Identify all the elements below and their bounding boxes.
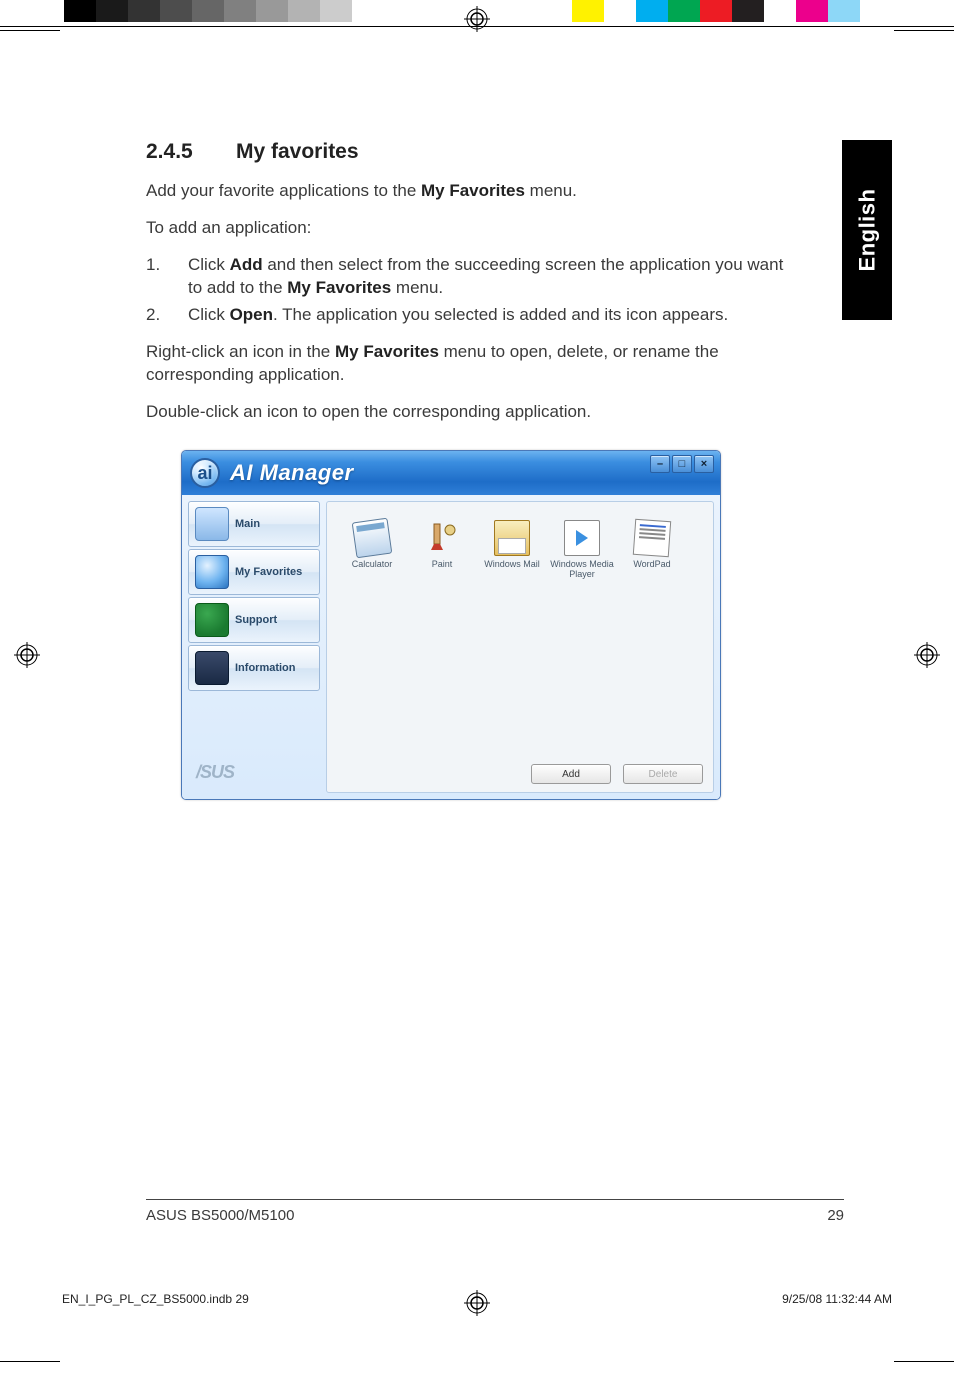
color-swatches bbox=[572, 0, 892, 22]
app-shortcut-paint[interactable]: Paint bbox=[407, 520, 477, 580]
print-imprint: EN_I_PG_PL_CZ_BS5000.indb 29 9/25/08 11:… bbox=[62, 1292, 892, 1306]
information-icon bbox=[195, 651, 229, 685]
gray-swatches bbox=[64, 0, 384, 22]
button-bar: Add Delete bbox=[531, 764, 703, 784]
app-label: Windows Media Player bbox=[547, 560, 617, 580]
delete-button[interactable]: Delete bbox=[623, 764, 703, 784]
subhead: To add an application: bbox=[146, 217, 800, 240]
close-button[interactable]: × bbox=[694, 455, 714, 473]
page-number: 29 bbox=[827, 1207, 844, 1224]
app-label: Calculator bbox=[352, 560, 393, 570]
steps-list: 1. Click Add and then select from the su… bbox=[146, 254, 800, 327]
sidebar: Main My Favorites Support Information /S… bbox=[188, 501, 320, 793]
add-button[interactable]: Add bbox=[531, 764, 611, 784]
sidebar-item-support[interactable]: Support bbox=[188, 597, 320, 643]
sidebar-item-favorites[interactable]: My Favorites bbox=[188, 549, 320, 595]
maximize-button[interactable]: □ bbox=[672, 455, 692, 473]
footer-line: ASUS BS5000/M5100 29 bbox=[146, 1207, 844, 1224]
footer-product: ASUS BS5000/M5100 bbox=[146, 1207, 294, 1224]
window-controls: – □ × bbox=[650, 455, 714, 473]
media-player-icon bbox=[564, 520, 600, 556]
window-body: Main My Favorites Support Information /S… bbox=[182, 495, 720, 799]
section-number: 2.4.5 bbox=[146, 140, 236, 164]
imprint-file: EN_I_PG_PL_CZ_BS5000.indb 29 bbox=[62, 1292, 249, 1306]
window-titlebar[interactable]: ai AI Manager – □ × bbox=[182, 451, 720, 495]
step-item: 2. Click Open. The application you selec… bbox=[146, 304, 800, 327]
step-item: 1. Click Add and then select from the su… bbox=[146, 254, 800, 300]
sidebar-item-label: Information bbox=[235, 662, 296, 674]
sidebar-item-main[interactable]: Main bbox=[188, 501, 320, 547]
window-title: AI Manager bbox=[230, 460, 354, 486]
crop-tick bbox=[894, 30, 954, 31]
intro-paragraph: Add your favorite applications to the My… bbox=[146, 180, 800, 203]
sidebar-item-label: Main bbox=[235, 518, 260, 530]
registration-mark-icon bbox=[464, 6, 490, 32]
wordpad-icon bbox=[633, 519, 671, 557]
app-label: Paint bbox=[432, 560, 453, 570]
doubleclick-paragraph: Double-click an icon to open the corresp… bbox=[146, 401, 800, 424]
app-label: Windows Mail bbox=[484, 560, 540, 570]
imprint-date: 9/25/08 11:32:44 AM bbox=[782, 1292, 892, 1306]
registration-mark-icon bbox=[914, 642, 940, 668]
paint-icon bbox=[424, 520, 460, 556]
mail-icon bbox=[494, 520, 530, 556]
main-icon bbox=[195, 507, 229, 541]
ai-manager-window: ai AI Manager – □ × Main My Favorites bbox=[181, 450, 721, 800]
section-heading: 2.4.5My favorites bbox=[146, 140, 800, 164]
calculator-icon bbox=[352, 518, 393, 559]
app-shortcut-wmp[interactable]: Windows Media Player bbox=[547, 520, 617, 580]
language-label: English bbox=[854, 189, 880, 272]
favorites-icon-row: Calculator Paint Windows Mail W bbox=[327, 502, 713, 590]
rightclick-paragraph: Right-click an icon in the My Favorites … bbox=[146, 341, 800, 387]
sidebar-item-label: Support bbox=[235, 614, 277, 626]
app-shortcut-windows-mail[interactable]: Windows Mail bbox=[477, 520, 547, 580]
minimize-button[interactable]: – bbox=[650, 455, 670, 473]
crop-tick bbox=[0, 30, 60, 31]
app-shortcut-calculator[interactable]: Calculator bbox=[337, 520, 407, 580]
page-content: 2.4.5My favorites Add your favorite appl… bbox=[146, 140, 800, 438]
support-icon bbox=[195, 603, 229, 637]
registration-mark-icon bbox=[14, 642, 40, 668]
asus-logo: /SUS bbox=[188, 756, 320, 793]
footer-rule bbox=[146, 1199, 844, 1200]
favorites-icon bbox=[195, 555, 229, 589]
sidebar-item-information[interactable]: Information bbox=[188, 645, 320, 691]
sidebar-item-label: My Favorites bbox=[235, 566, 302, 578]
crop-tick bbox=[0, 1361, 60, 1362]
section-title: My favorites bbox=[236, 140, 359, 163]
language-tab: English bbox=[842, 140, 892, 320]
content-pane: Calculator Paint Windows Mail W bbox=[326, 501, 714, 793]
crop-tick bbox=[894, 1361, 954, 1362]
app-shortcut-wordpad[interactable]: WordPad bbox=[617, 520, 687, 580]
app-logo-icon: ai bbox=[190, 458, 220, 488]
app-label: WordPad bbox=[633, 560, 670, 570]
